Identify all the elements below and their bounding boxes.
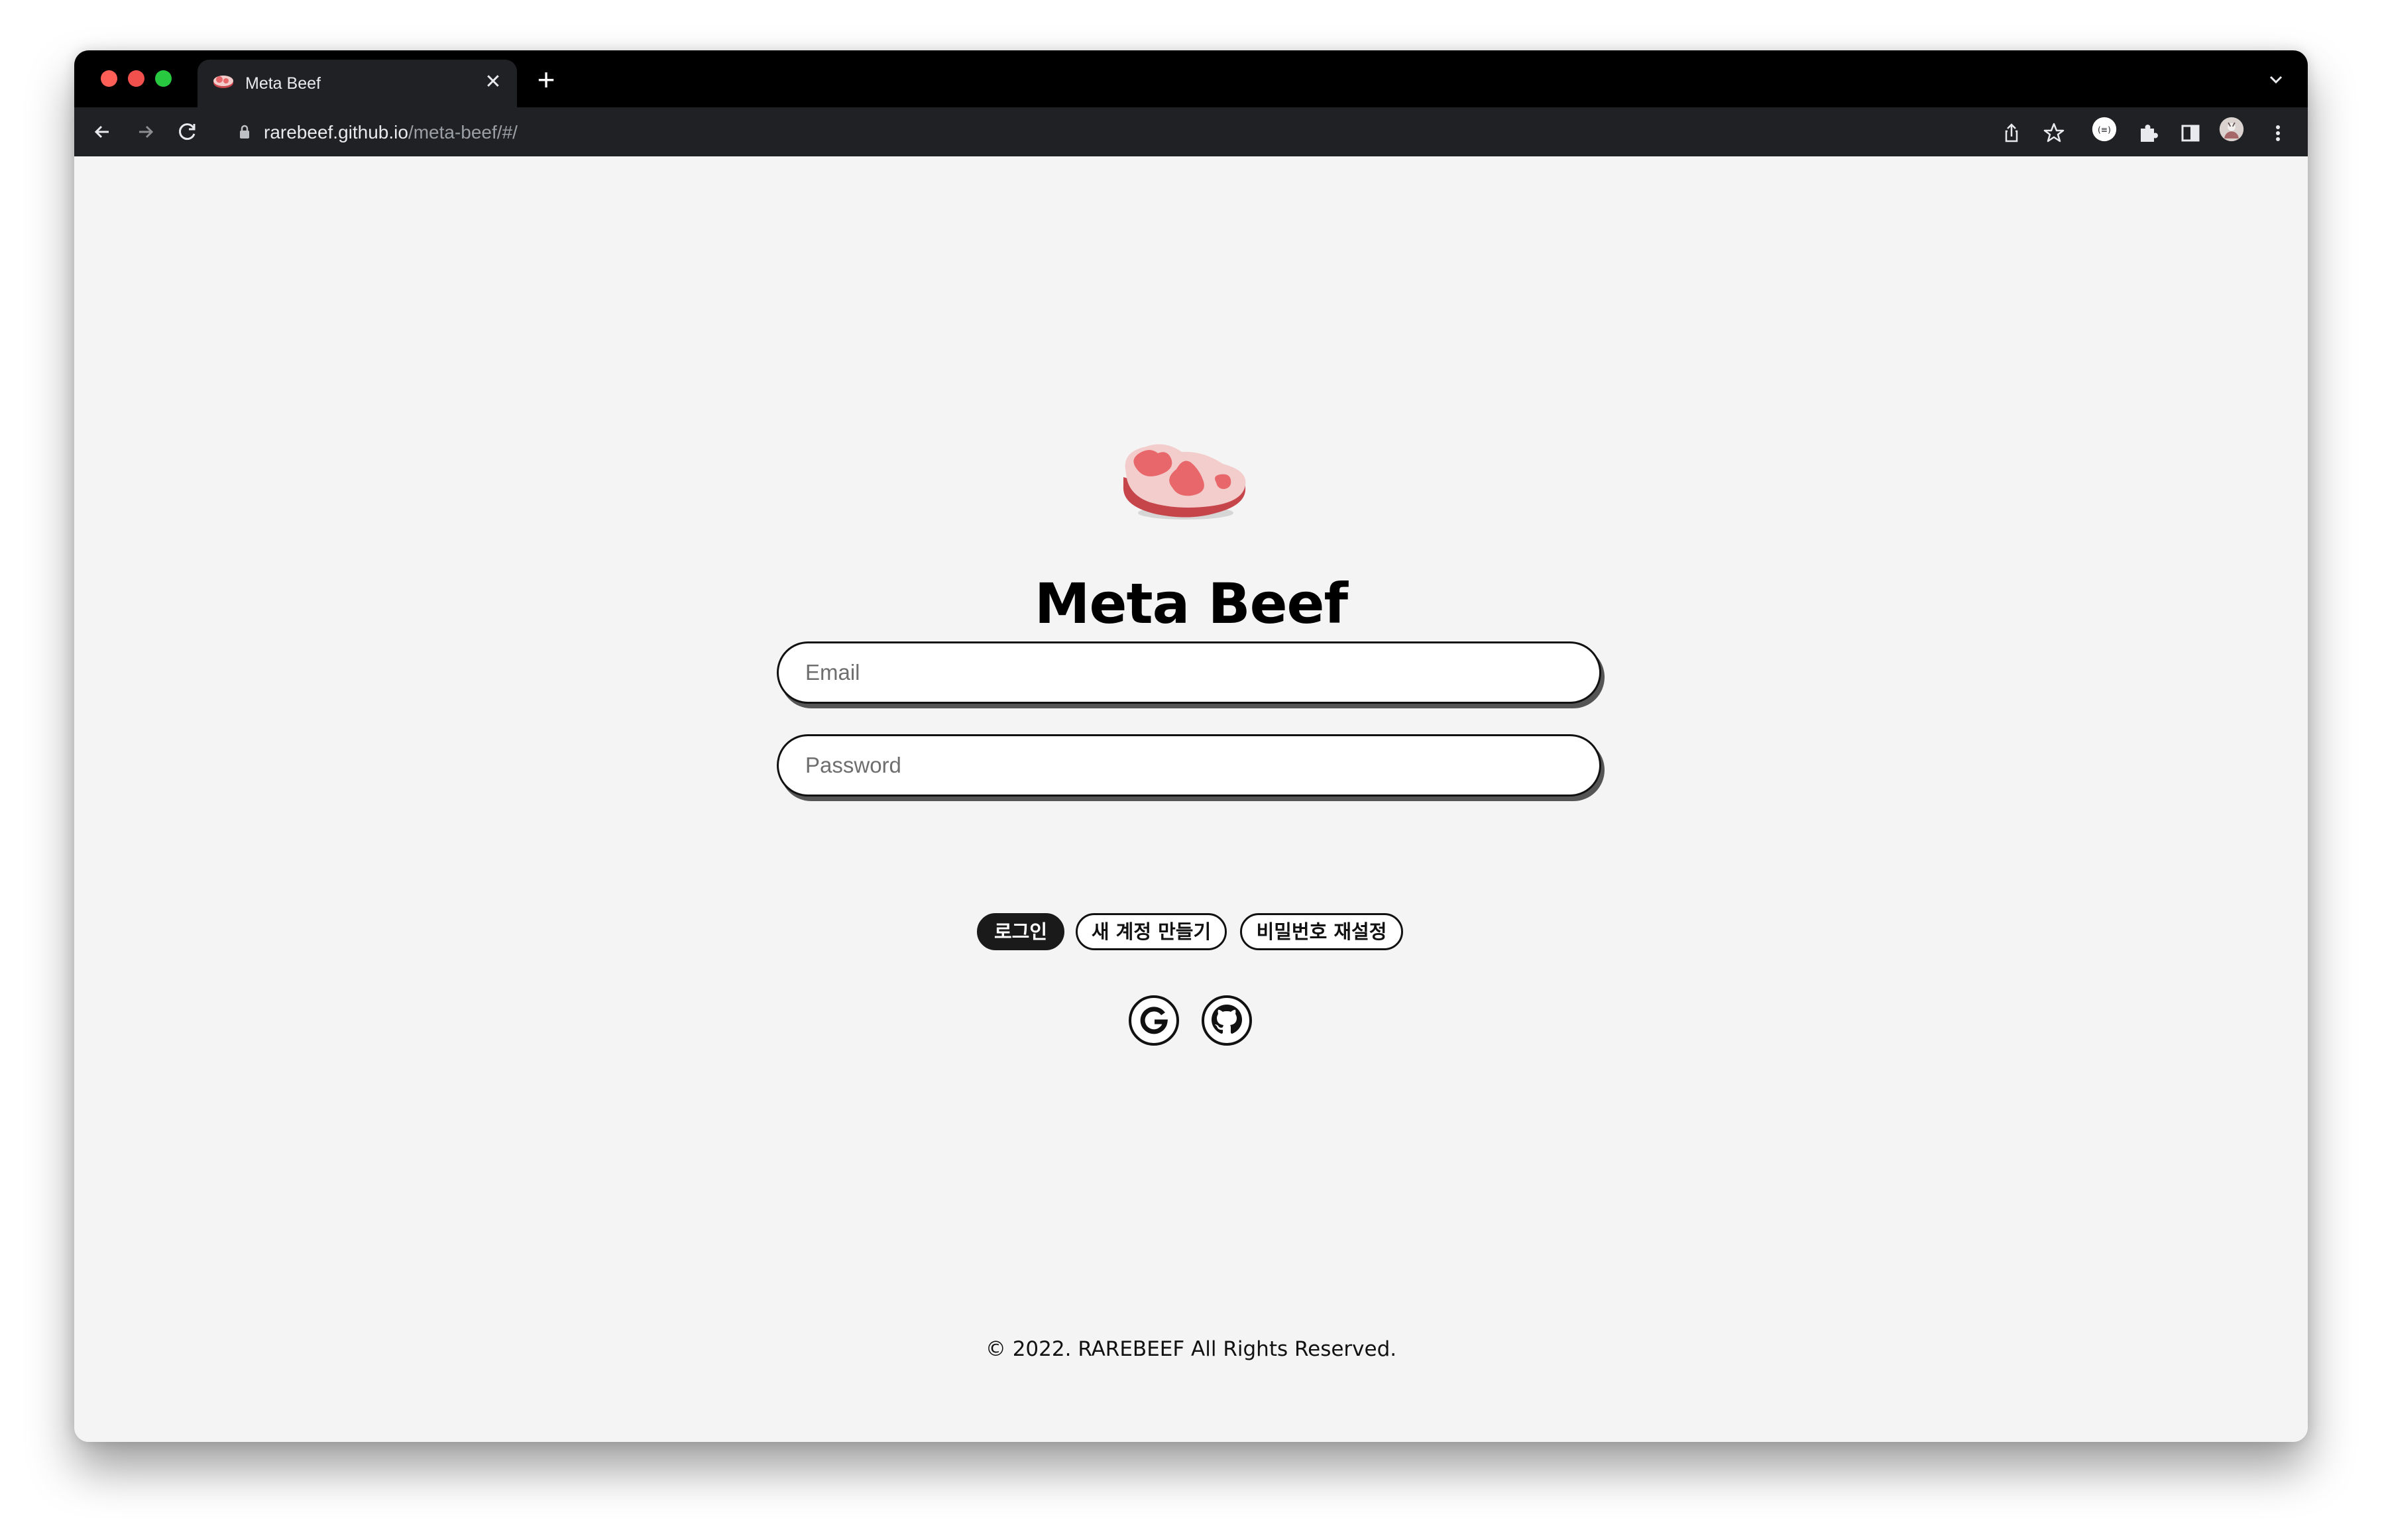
steak-icon (213, 76, 233, 88)
tab-title: Meta Beef (245, 74, 321, 93)
kebab-menu-icon[interactable] (2265, 121, 2291, 146)
email-field[interactable] (777, 641, 1601, 704)
steak-icon (1123, 444, 1246, 520)
close-window-button[interactable] (101, 70, 117, 87)
puzzle-icon[interactable] (2135, 121, 2161, 146)
side-panel-icon[interactable] (2178, 121, 2203, 146)
back-icon[interactable] (89, 118, 117, 146)
reload-icon[interactable] (174, 118, 201, 146)
page-content: Meta Beef 로그인 새 계정 만들기 비밀번호 재설정 © 2022. … (74, 156, 2308, 1442)
create-account-button[interactable]: 새 계정 만들기 (1076, 913, 1227, 950)
url-text[interactable]: rarebeef.github.io/meta-beef/#/ (264, 122, 518, 143)
url-path: /meta-beef/#/ (408, 122, 518, 142)
forward-icon[interactable] (131, 118, 159, 146)
browser-window: Meta Beef ✕ + rarebeef.github.io/meta-be (74, 50, 2308, 1442)
extension-badge-icon[interactable]: (≡) (2092, 117, 2117, 142)
browser-toolbar: rarebeef.github.io/meta-beef/#/ (≡) (74, 107, 2308, 156)
chevron-down-icon[interactable] (2264, 68, 2288, 91)
browser-tab[interactable]: Meta Beef ✕ (198, 60, 517, 107)
github-icon[interactable] (1200, 994, 1253, 1047)
url-host: rarebeef.github.io (264, 122, 408, 142)
share-icon[interactable] (1999, 121, 2024, 146)
copyright-footer: © 2022. RAREBEEF All Rights Reserved. (985, 1337, 1397, 1361)
svg-text:(≡): (≡) (2098, 125, 2111, 135)
google-icon[interactable] (1127, 994, 1180, 1047)
app-title: Meta Beef (1034, 571, 1348, 636)
bookmark-star-icon[interactable] (2041, 121, 2067, 146)
login-button[interactable]: 로그인 (977, 913, 1064, 950)
maximize-window-button[interactable] (155, 70, 172, 87)
tab-strip: Meta Beef ✕ + (74, 50, 2308, 107)
profile-avatar[interactable] (2219, 117, 2244, 142)
new-tab-button[interactable]: + (532, 64, 561, 95)
lock-icon[interactable] (239, 125, 251, 139)
password-field[interactable] (777, 734, 1601, 797)
reset-password-button[interactable]: 비밀번호 재설정 (1240, 913, 1403, 950)
auth-button-row: 로그인 새 계정 만들기 비밀번호 재설정 (74, 913, 2308, 953)
minimize-window-button[interactable] (128, 70, 144, 87)
tab-close-icon[interactable]: ✕ (481, 70, 505, 94)
address-bar[interactable]: rarebeef.github.io/meta-beef/#/ (219, 113, 2093, 151)
